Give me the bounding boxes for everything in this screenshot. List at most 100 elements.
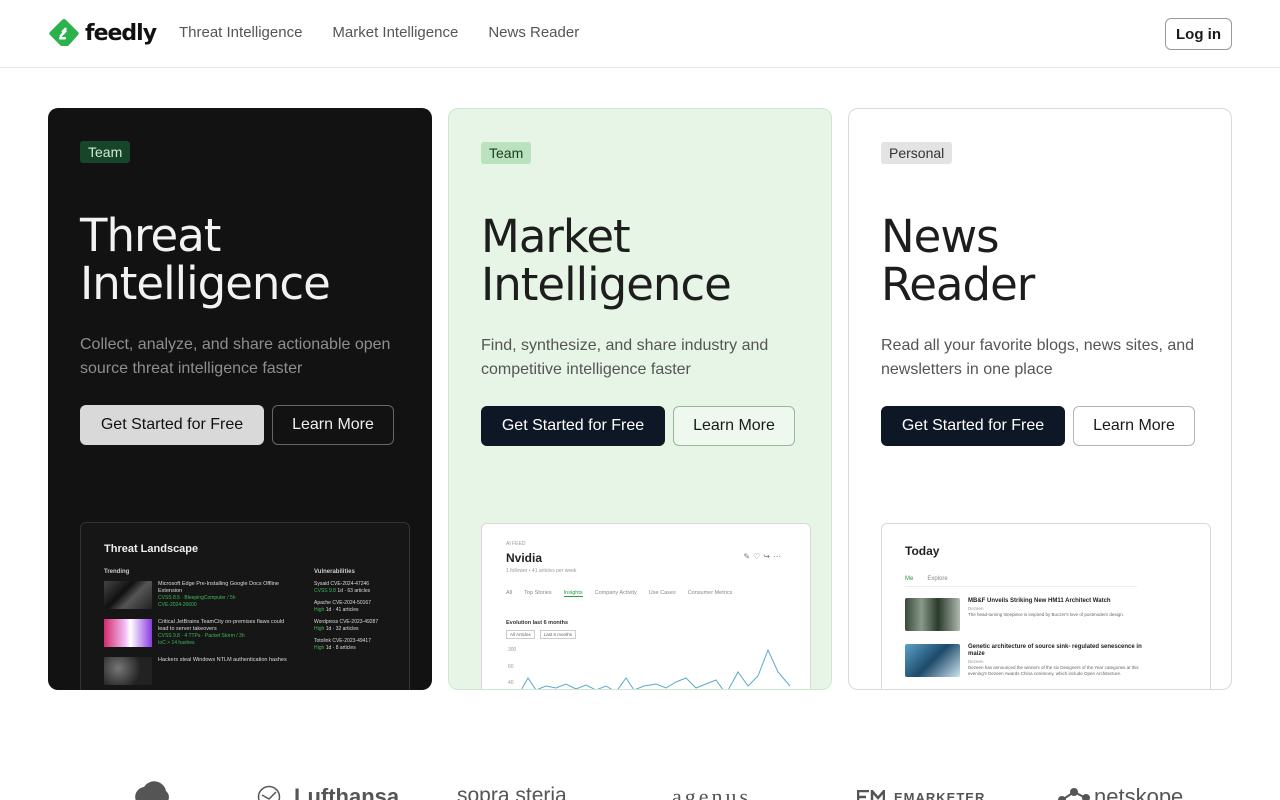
cve-id: CVE-2023-49417 [332,638,371,644]
cloud-logo-icon [135,781,169,800]
trending-column: Trending Microsoft Edge Pre-Installing G… [104,569,294,690]
feedly-logo[interactable]: feedly [49,19,157,47]
learn-more-button[interactable]: Learn More [1073,406,1195,446]
vulnerabilities-column: Vulnerabilities Sysaid CVE-2024-47246 CV… [314,569,404,657]
cve-id: CVE-2024-47246 [330,581,370,587]
cve-id: CVE-2024-50167 [332,600,371,606]
card-description: Find, synthesize, and share industry and… [481,337,769,378]
learn-more-button[interactable]: Learn More [673,406,795,446]
article-summary: Dezeen has announced the winners of the … [968,665,1139,676]
cvss-score: High [314,607,325,613]
tab-company-activity: Company Activity [594,590,637,596]
vulnerability-item: Wordpress CVE-2023-49287 High 1d · 32 ar… [314,619,404,633]
get-started-button[interactable]: Get Started for Free [80,405,264,445]
today-title: Today [905,544,940,558]
vuln-detail: 1d · 32 articles [325,626,359,632]
nav-threat-intelligence[interactable]: Threat Intelligence [179,24,302,41]
cvss-score: CVSS 9.8 [314,588,336,594]
vulnerability-item: Sysaid CVE-2024-47246 CVSS 9.8 1d · 63 a… [314,581,404,595]
news-item: Genetic architecture of source sink- reg… [905,644,1145,677]
article-headline: Critical JetBrains TeamCity on-premises … [158,619,285,632]
articles-filter: All Articles [506,630,535,639]
nav-market-intelligence[interactable]: Market Intelligence [332,24,458,41]
netskope-mark-icon [1058,788,1090,800]
share-icon: ↪ [763,552,773,561]
today-feed-preview: Today Me Explore MB&F Unveils Striking N… [881,523,1211,689]
tab-me: Me [905,576,914,582]
nvidia-feed-preview: AI FEED Nvidia 1 follower • 41 articles … [481,523,811,689]
feed-subtitle: 1 follower • 41 articles per week [506,568,577,574]
feed-actions: ✎♡↪⋯ [743,552,784,561]
period-filter: Last 6 months [539,630,577,639]
vulnerability-item: Apache CVE-2024-50167 High 1d · 41 artic… [314,600,404,614]
y-tick-label: 60 [508,664,514,670]
edit-icon: ✎ [743,552,754,561]
emarketer-logo: EMARKETER [894,790,986,800]
vulnerability-item: Totolink CVE-2023-49417 High 1d · 8 arti… [314,638,404,652]
main-nav: Threat Intelligence Market Intelligence … [179,24,579,41]
vuln-detail: 1d · 41 articles [325,607,359,613]
card-badge: Team [80,141,131,163]
learn-more-button[interactable]: Learn More [272,405,394,445]
agenus-logo: agenus [672,784,752,800]
nav-news-reader[interactable]: News Reader [488,24,579,41]
article-meta-2: IoC > 14 hashes [158,640,195,646]
article-meta-2: CVE-2024-26600 [158,602,197,608]
vendor-name: Apache [314,600,331,606]
card-title: News Reader [881,213,1221,309]
threat-intelligence-card: Team Threat Intelligence Collect, analyz… [48,108,432,690]
feedly-logo-icon [49,19,79,47]
netskope-logo: netskope [1094,784,1184,800]
site-header: feedly Threat Intelligence Market Intell… [0,0,1280,68]
card-title: Market Intelligence [481,213,821,309]
article-meta: CVSS 9.8 · 4 TTPs · Packet Storm / 3h [158,633,245,639]
news-item: MB&F Unveils Striking New HM11 Architect… [905,598,1145,631]
card-badge: Personal [881,142,953,164]
article-thumbnail [104,619,152,647]
vulnerabilities-label: Vulnerabilities [314,569,355,575]
cvss-score: High [314,645,325,651]
article-headline: MB&F Unveils Striking New HM11 Architect… [968,598,1111,604]
tab-explore: Explore [927,576,948,582]
trending-label: Trending [104,569,130,575]
card-title-line2: Reader [881,258,1035,311]
article-source: Dezeen [968,606,984,611]
card-title-line2: Intelligence [80,257,331,310]
article-meta: CVSS 8.5 · BleepingComputer / 5h [158,595,236,601]
heart-icon: ♡ [753,552,764,561]
cve-id: CVE-2023-49287 [339,619,379,625]
vendor-name: Wordpress [314,619,339,625]
customer-logos: Lufthansa sopra steria agenus EMARKETER … [0,760,1280,800]
cvss-score: High [314,626,325,632]
article-thumbnail [905,598,960,631]
news-reader-card: Personal News Reader Read all your favor… [848,108,1232,690]
feed-type-label: AI FEED [506,541,526,547]
article-thumbnail [104,657,152,685]
market-intelligence-card: Team Market Intelligence Find, synthesiz… [448,108,832,690]
article-thumbnail [905,644,960,677]
get-started-button[interactable]: Get Started for Free [881,406,1065,446]
card-title: Threat Intelligence [80,212,420,308]
card-title-line1: Threat [80,209,221,262]
trending-item: Hackers steal Windows NTLM authenticatio… [104,657,294,687]
article-source: Dezeen [968,659,984,664]
preview-title: Threat Landscape [104,543,199,555]
chart-filters: All Articles Last 6 months [506,630,577,639]
article-headline: Microsoft Edge Pre-Installing Google Doc… [158,581,279,594]
login-button[interactable]: Log in [1165,18,1232,50]
tab-all: All [506,590,513,596]
threat-landscape-preview: Threat Landscape Trending Microsoft Edge… [80,522,410,690]
lufthansa-logo: Lufthansa [294,784,400,800]
tab-consumer-metrics: Consumer Metrics [687,590,733,596]
article-headline: Hackers steal Windows NTLM authenticatio… [158,657,287,663]
evolution-line-chart: 300 60 40 [508,647,791,689]
vuln-detail: 1d · 63 articles [337,588,371,594]
brand-name: feedly [85,20,157,46]
trend-line [521,648,791,689]
feed-tabs: All Top Stories Insights Company Activit… [506,590,732,597]
more-icon: ⋯ [773,552,784,561]
trending-item: Microsoft Edge Pre-Installing Google Doc… [104,581,294,611]
card-title-line1: News [881,210,1000,263]
trending-item: Critical JetBrains TeamCity on-premises … [104,619,294,649]
get-started-button[interactable]: Get Started for Free [481,406,665,446]
